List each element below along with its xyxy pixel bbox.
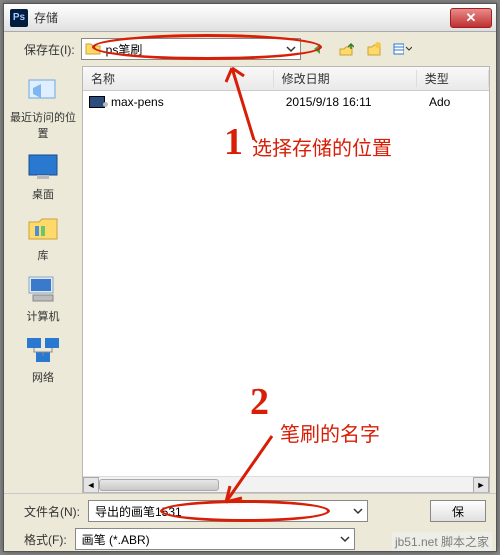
save-button[interactable]: 保 — [430, 500, 486, 522]
sidebar-item-label: 桌面 — [8, 186, 78, 202]
column-name[interactable]: 名称 — [83, 70, 274, 87]
computer-icon — [23, 273, 63, 305]
horizontal-scrollbar[interactable]: ◄ ► — [83, 476, 489, 492]
abr-file-icon — [89, 96, 105, 108]
scroll-left-arrow[interactable]: ◄ — [83, 477, 99, 493]
file-date: 2015/9/18 16:11 — [278, 95, 423, 109]
app-icon: Ps — [10, 9, 28, 27]
format-input[interactable]: 画笔 (*.ABR) — [75, 528, 355, 550]
sidebar-item-label: 库 — [8, 247, 78, 263]
view-button[interactable] — [391, 38, 413, 60]
save-in-label: 保存在(I): — [24, 41, 75, 58]
window-title: 存储 — [34, 9, 58, 26]
chevron-down-icon — [405, 41, 411, 57]
path-row: 保存在(I): ps笔刷 — [4, 32, 496, 66]
sidebar-item-library[interactable]: 库 — [8, 212, 78, 263]
file-listing: 名称 修改日期 类型 max-pens 2015/9/18 16:11 Ado … — [82, 66, 490, 493]
file-name: max-pens — [111, 95, 164, 109]
sidebar-item-label: 计算机 — [8, 308, 78, 324]
watermark: jb51.net 脚本之家 — [392, 532, 492, 551]
chevron-down-icon[interactable] — [352, 505, 364, 517]
up-button[interactable] — [335, 38, 357, 60]
new-folder-icon — [366, 41, 382, 57]
scroll-right-arrow[interactable]: ► — [473, 477, 489, 493]
up-icon — [338, 41, 354, 57]
close-button[interactable]: ✕ — [450, 8, 492, 28]
format-label: 格式(F): — [24, 531, 67, 548]
folder-name: ps笔刷 — [106, 41, 143, 58]
folder-icon — [85, 41, 101, 55]
sidebar-item-computer[interactable]: 计算机 — [8, 273, 78, 324]
network-icon — [23, 334, 63, 366]
file-type: Ado — [423, 95, 489, 109]
chevron-down-icon[interactable] — [285, 43, 297, 55]
close-icon: ✕ — [466, 10, 477, 26]
column-headers: 名称 修改日期 类型 — [83, 67, 489, 91]
desktop-icon — [23, 151, 63, 183]
title-bar: Ps 存储 ✕ — [4, 4, 496, 32]
view-icon — [392, 41, 405, 57]
save-in-dropdown[interactable]: ps笔刷 — [81, 38, 301, 60]
file-row[interactable]: max-pens 2015/9/18 16:11 Ado — [83, 91, 489, 113]
filename-label: 文件名(N): — [24, 503, 80, 520]
back-button[interactable] — [307, 38, 329, 60]
library-icon — [23, 212, 63, 244]
filename-input[interactable]: 导出的画笔1531 — [88, 500, 368, 522]
sidebar-item-network[interactable]: 网络 — [8, 334, 78, 385]
sidebar-item-recent[interactable]: 最近访问的位置 — [8, 74, 78, 141]
column-type[interactable]: 类型 — [417, 70, 489, 87]
filename-value: 导出的画笔1531 — [95, 503, 182, 520]
scroll-thumb[interactable] — [99, 479, 219, 491]
back-icon — [310, 41, 326, 57]
sidebar-item-desktop[interactable]: 桌面 — [8, 151, 78, 202]
format-value: 画笔 (*.ABR) — [82, 531, 150, 548]
new-folder-button[interactable] — [363, 38, 385, 60]
places-sidebar: 最近访问的位置 桌面 库 计算机 网络 — [4, 66, 82, 493]
sidebar-item-label: 网络 — [8, 369, 78, 385]
chevron-down-icon[interactable] — [339, 533, 351, 545]
recent-places-icon — [23, 74, 63, 106]
column-date[interactable]: 修改日期 — [274, 70, 417, 87]
sidebar-item-label: 最近访问的位置 — [8, 109, 78, 141]
